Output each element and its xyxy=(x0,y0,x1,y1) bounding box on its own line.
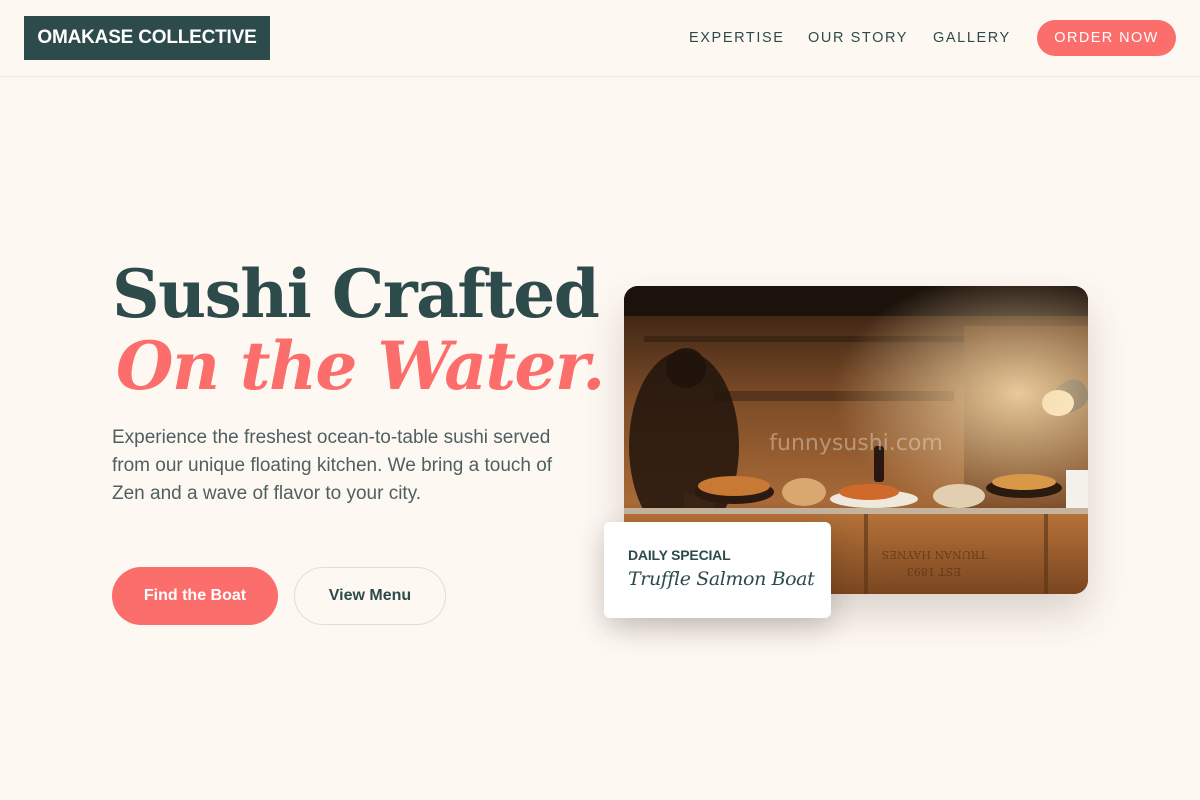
svg-text:TRUNAN HAYNES: TRUNAN HAYNES xyxy=(881,548,986,561)
daily-special-label: DAILY SPECIAL xyxy=(628,547,731,563)
find-the-boat-button[interactable]: Find the Boat xyxy=(112,567,278,625)
hero-title: Sushi Crafted xyxy=(112,255,600,333)
hero-title-accent: On the Water. xyxy=(116,327,605,405)
svg-text:EST 1893: EST 1893 xyxy=(907,565,961,578)
hero-description: Experience the freshest ocean-to-table s… xyxy=(112,427,553,504)
nav-link-our-story[interactable]: OUR STORY xyxy=(808,28,908,48)
nav-link-expertise[interactable]: EXPERTISE xyxy=(689,28,785,48)
site-header: OMAKASE COLLECTIVE EXPERTISE OUR STORY G… xyxy=(0,0,1200,77)
view-menu-button[interactable]: View Menu xyxy=(294,567,446,625)
daily-special-card: DAILY SPECIAL Truffle Salmon Boat xyxy=(604,522,831,618)
photo-watermark: funnysushi.com xyxy=(769,431,943,456)
daily-special-name: Truffle Salmon Boat xyxy=(628,568,815,590)
nav-link-gallery[interactable]: GALLERY xyxy=(933,28,1011,48)
order-now-button[interactable]: ORDER NOW xyxy=(1037,20,1176,56)
brand-logo[interactable]: OMAKASE COLLECTIVE xyxy=(24,16,270,60)
